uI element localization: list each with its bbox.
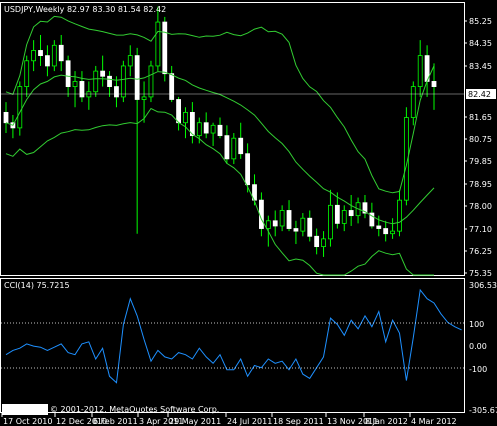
candle-body [300, 217, 306, 232]
cci-tick-label: 100 [469, 320, 484, 329]
candle-body [417, 55, 423, 87]
current-price-label: 82.42 [468, 90, 491, 99]
symbol-header: USDJPY,Weekly 82.97 83.30 81.54 82.42 [4, 5, 166, 14]
price-tick-label: 80.75 [469, 135, 492, 144]
candle-body [58, 44, 64, 62]
price-tick-label: 85.25 [469, 17, 492, 26]
candle-body [348, 210, 354, 217]
price-tick-label: 76.25 [469, 247, 492, 256]
candle-body [51, 44, 57, 67]
candle-body [265, 220, 271, 229]
candle-body [307, 217, 313, 237]
time-tick-label: 6 Feb 2011 [93, 417, 138, 426]
candle-body [107, 75, 112, 87]
time-tick-label: 8 Jan 2012 [365, 417, 408, 426]
time-tick-label: 17 Oct 2010 [3, 417, 52, 426]
price-tick-label: 78.00 [469, 202, 492, 211]
candle-body [321, 238, 326, 248]
cci-series [5, 288, 462, 384]
candle-body [176, 99, 181, 124]
price-tick-label: 81.65 [469, 113, 492, 122]
candle-body [341, 210, 347, 224]
candle-body [196, 122, 202, 137]
candle-body [162, 21, 168, 75]
candle-body [127, 55, 133, 67]
candle-body [279, 210, 285, 227]
candle-body [100, 70, 106, 77]
candle-body [334, 204, 340, 224]
price-tick-label: 78.95 [469, 180, 492, 189]
candle-body [17, 86, 23, 129]
candle-body [148, 65, 154, 98]
trading-chart[interactable]: USDJPY,Weekly 82.97 83.30 81.54 82.42 CC… [0, 0, 497, 426]
cci-header: CCI(14) 75.7215 [4, 281, 70, 290]
candle-body [231, 137, 237, 160]
candle-body [293, 228, 299, 232]
bb-middle [5, 71, 435, 225]
candle-body [114, 86, 119, 98]
price-tick-label: 77.10 [469, 225, 492, 234]
candle-body [272, 220, 278, 227]
time-tick-label: 4 Mar 2012 [411, 417, 457, 426]
candle-body [169, 73, 175, 100]
candle-body [86, 91, 92, 98]
cci-axis: 306.5339 100 0.00 -100 -305.6729 [469, 281, 497, 415]
candle-body [286, 210, 292, 229]
cci-window-frame [0, 278, 465, 413]
candle-body [93, 70, 99, 93]
price-tick-label: 75.35 [469, 269, 492, 278]
candle-body [224, 135, 230, 160]
candle-body [245, 153, 251, 186]
candle-body [31, 50, 37, 62]
copyright-box [2, 404, 48, 415]
cci-tick-label: -305.6729 [469, 406, 497, 415]
candle-body [79, 81, 85, 98]
candle-body [72, 81, 78, 87]
cci-tick-label: 0.00 [469, 342, 487, 351]
candle-body [120, 65, 126, 98]
bollinger-bands [5, 15, 435, 276]
candle-body [383, 228, 389, 235]
candle-body [155, 21, 161, 67]
cci-line [5, 288, 462, 384]
time-tick-label: 24 Jul 2011 [227, 417, 272, 426]
time-tick-label: 18 Sep 2011 [273, 417, 324, 426]
price-tick-label: 84.35 [469, 39, 492, 48]
candle-body [183, 112, 188, 124]
price-tick-label: 83.45 [469, 62, 492, 71]
cci-tick-label: -100 [469, 365, 487, 374]
candle-body [210, 124, 216, 134]
candle-body [376, 225, 382, 229]
time-tick-label: 29 May 2011 [169, 417, 221, 426]
candle-body [3, 112, 9, 124]
price-tick-label: 79.85 [469, 157, 492, 166]
candle-body [203, 122, 209, 134]
candle-body [65, 60, 71, 87]
cci-tick-label: 306.5339 [469, 281, 497, 290]
time-axis: 17 Oct 2010 12 Dec 20106 Feb 2011 3 Apr 20… [1, 413, 457, 426]
candle-body [238, 137, 244, 155]
bb-upper [5, 15, 435, 194]
candle-body [45, 55, 50, 67]
candle-body [141, 96, 147, 100]
candle-body [314, 235, 320, 248]
price-axis: 85.25 84.35 83.45 81.65 80.75 79.85 78.95 78.00… [464, 17, 492, 278]
candle-body [217, 124, 223, 137]
copyright-text: © 2001-2012, MetaQuotes Software Corp. [50, 405, 219, 414]
candle-body [38, 50, 43, 57]
candle-body [390, 230, 395, 235]
candle-body [431, 81, 437, 87]
candle-body [24, 60, 30, 87]
candle-body [397, 199, 402, 232]
candle-body [134, 55, 140, 100]
candle-body [410, 86, 416, 118]
candle-body [328, 204, 333, 240]
